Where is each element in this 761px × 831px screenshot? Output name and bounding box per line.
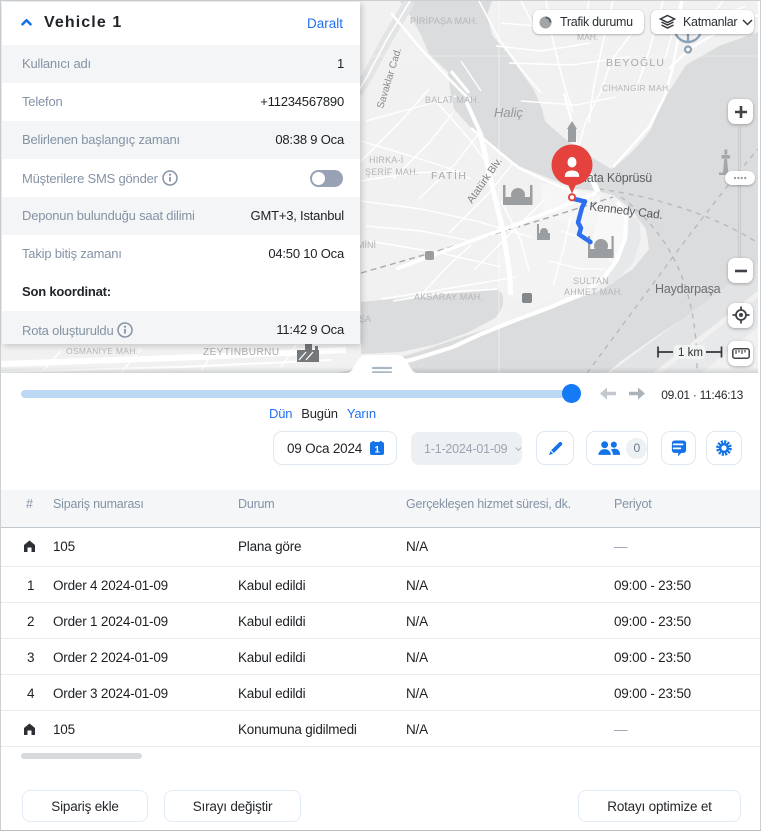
svg-text:1: 1 <box>375 445 380 455</box>
svg-text:CİHANGİR MAH.: CİHANGİR MAH. <box>602 83 671 93</box>
svg-text:ZEYTINBURNU: ZEYTINBURNU <box>203 347 280 358</box>
svg-text:HIRKA-İ: HIRKA-İ <box>369 155 403 165</box>
svg-text:AHMET MAH.: AHMET MAH. <box>564 287 623 297</box>
svg-text:SULTAN: SULTAN <box>573 276 609 286</box>
svg-text:Haydarpaşa: Haydarpaşa <box>655 282 721 296</box>
svg-text:BALAT MAH.: BALAT MAH. <box>425 95 480 105</box>
svg-text:BEYOĞLU: BEYOĞLU <box>606 56 665 69</box>
svg-text:Haliç: Haliç <box>494 105 523 120</box>
svg-text:PİRİPAŞA MAH.: PİRİPAŞA MAH. <box>410 16 478 26</box>
svg-text:OSMANİYE MAH.: OSMANİYE MAH. <box>66 346 138 356</box>
svg-text:1 km: 1 km <box>678 347 703 359</box>
svg-text:FATİH: FATİH <box>431 169 467 182</box>
svg-text:ŞERİF MAH.: ŞERİF MAH. <box>365 167 419 177</box>
svg-text:AKSARAY MAH.: AKSARAY MAH. <box>414 292 483 302</box>
